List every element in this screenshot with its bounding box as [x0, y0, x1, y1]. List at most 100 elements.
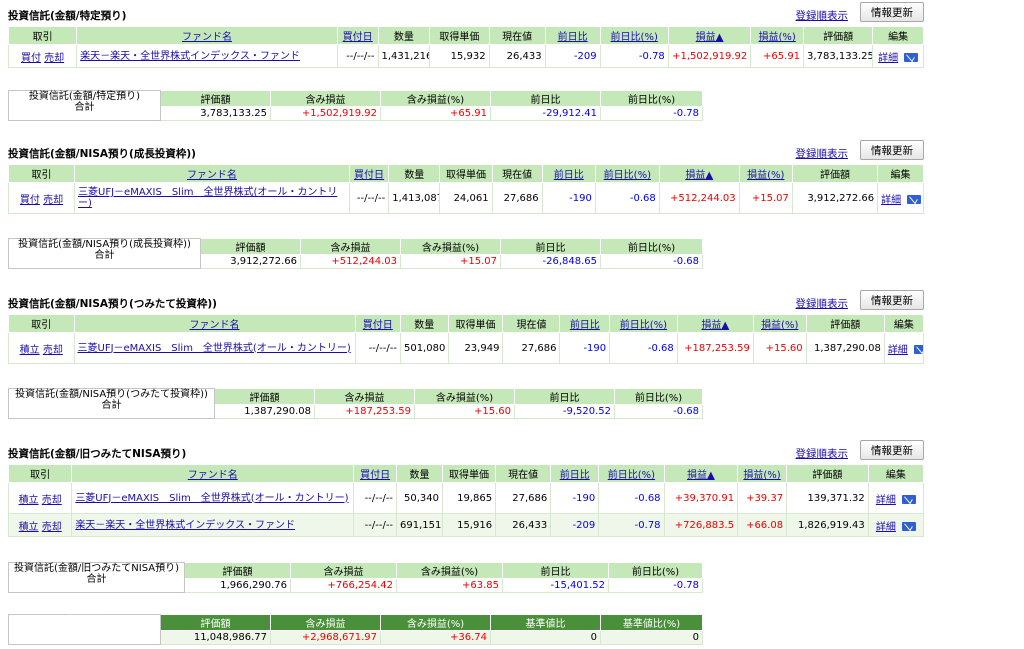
edit-cell: 詳細: [883, 332, 925, 364]
day-change-pct: -0.68: [609, 332, 678, 364]
profit-loss-pct: +15.60: [752, 332, 807, 364]
col-qty: 数量: [377, 26, 431, 45]
col-change-pct[interactable]: 前日比(%): [599, 26, 669, 45]
update-button[interactable]: 情報更新: [860, 440, 924, 460]
sum-col-pl: 含み損益: [290, 562, 397, 579]
sum-col-pl: 含み損益: [270, 90, 381, 107]
sum-col-change-pct: 前日比(%): [600, 238, 703, 255]
col-change[interactable]: 前日比: [544, 26, 601, 45]
col-pl-pct[interactable]: 損益(%): [750, 26, 805, 45]
col-fund-name[interactable]: ファンド名: [76, 26, 338, 45]
sum-change-pct: -0.78: [608, 578, 703, 593]
col-change-pct[interactable]: 前日比(%): [598, 464, 665, 483]
col-qty: 数量: [399, 314, 449, 333]
detail-link[interactable]: 詳細: [876, 495, 896, 506]
col-change-pct[interactable]: 前日比(%): [609, 314, 678, 333]
sell-link[interactable]: 売却: [42, 495, 62, 506]
fund-link[interactable]: 三菱UFJ－eMAXIS Slim 全世界株式(オール・カントリー): [78, 343, 351, 354]
valuation: 139,371.32: [786, 482, 869, 514]
table-row: 積立 売却 三菱UFJ－eMAXIS Slim 全世界株式(オール・カントリー)…: [8, 332, 925, 364]
current-price: 27,686: [495, 482, 552, 514]
profit-loss: +1,502,919.92: [667, 44, 752, 68]
register-order-link[interactable]: 登録順表示: [796, 446, 849, 461]
summary-label: 投資信託(金額/NISA預り(つみたて投資枠)) 合計: [8, 388, 215, 419]
fund-link[interactable]: 三菱UFJ－eMAXIS Slim 全世界株式(オール・カントリー): [78, 187, 337, 209]
tsumitate-link[interactable]: 積立: [20, 345, 40, 356]
holdings-table: 取引 ファンド名 買付日 数量 取得単価 現在値 前日比 前日比(%) 損益▲ …: [7, 26, 924, 68]
sum-col-pl: 含み損益: [300, 238, 401, 255]
col-pl[interactable]: 損益▲: [663, 464, 739, 483]
trade-cell: 買付 売却: [7, 182, 76, 214]
update-button[interactable]: 情報更新: [860, 140, 924, 160]
col-fund-name[interactable]: ファンド名: [74, 164, 350, 183]
col-change[interactable]: 前日比: [550, 464, 600, 483]
profit-loss-pct: +39.37: [737, 482, 788, 514]
col-edit: 編集: [877, 164, 924, 183]
fund-link[interactable]: 三菱UFJ－eMAXIS Slim 全世界株式(オール・カントリー): [75, 493, 348, 504]
col-buy-date[interactable]: 買付日: [336, 26, 379, 45]
quantity: 1,413,087: [388, 182, 441, 214]
trade-cell: 買付 売却: [7, 44, 78, 68]
trade-cell: 積立 売却: [7, 482, 73, 514]
col-buy-date[interactable]: 買付日: [348, 164, 390, 183]
sell-link[interactable]: 売却: [44, 53, 64, 64]
section-title: 投資信託(金額/特定預り): [8, 10, 127, 22]
col-pl-pct[interactable]: 損益(%): [737, 464, 788, 483]
summary-table: 投資信託(金額/NISA預り(成長投資枠)) 合計 評価額 含み損益 含み損益(%…: [8, 238, 703, 269]
detail-link[interactable]: 詳細: [881, 195, 901, 206]
sum-col-value: 評価額: [184, 562, 291, 579]
col-change[interactable]: 前日比: [541, 164, 596, 183]
tsumitate-link[interactable]: 積立: [19, 522, 39, 533]
register-order-link[interactable]: 登録順表示: [796, 8, 849, 23]
section-old-tsumitate-nisa: 投資信託(金額/旧つみたてNISA預り) 登録順表示 情報更新 取引 ファンド名…: [7, 440, 925, 596]
grand-total-label: 総合計: [8, 614, 161, 645]
mail-icon[interactable]: [901, 522, 916, 531]
col-qty: 数量: [396, 464, 443, 483]
section-nisa-growth: 投資信託(金額/NISA預り(成長投資枠)) 登録順表示 情報更新 取引 ファン…: [7, 140, 924, 274]
detail-link[interactable]: 詳細: [876, 522, 896, 533]
col-pl[interactable]: 損益▲: [676, 314, 754, 333]
register-order-link[interactable]: 登録順表示: [796, 146, 849, 161]
register-order-link[interactable]: 登録順表示: [796, 296, 849, 311]
sum-pl: +512,244.03: [300, 254, 401, 269]
profit-loss: +512,244.03: [658, 182, 740, 214]
buy-link[interactable]: 買付: [21, 53, 41, 64]
col-fund-name[interactable]: ファンド名: [71, 464, 355, 483]
col-pl[interactable]: 損益▲: [658, 164, 740, 183]
quantity: 1,431,216: [377, 44, 431, 68]
update-button[interactable]: 情報更新: [860, 290, 924, 310]
mail-icon[interactable]: [907, 195, 922, 204]
sum-col-pl-pct: 含み損益(%): [396, 562, 503, 579]
header-row: 取引 ファンド名 買付日 数量 取得単価 現在値 前日比 前日比(%) 損益▲ …: [7, 26, 924, 45]
col-buy-date[interactable]: 買付日: [353, 464, 398, 483]
update-button[interactable]: 情報更新: [860, 2, 924, 22]
col-pl-pct[interactable]: 損益(%): [738, 164, 793, 183]
grand-nav-change: 0: [490, 630, 601, 645]
sell-link[interactable]: 売却: [43, 195, 63, 206]
buy-link[interactable]: 買付: [20, 195, 40, 206]
col-pl[interactable]: 損益▲: [667, 26, 752, 45]
trade-cell: 積立 売却: [8, 332, 75, 364]
fund-link[interactable]: 楽天－楽天・全世界株式インデックス・ファンド: [75, 520, 295, 531]
sell-link[interactable]: 売却: [42, 522, 62, 533]
col-trade: 取引: [7, 164, 76, 183]
profit-loss: +39,370.91: [663, 482, 739, 514]
detail-link[interactable]: 詳細: [888, 345, 908, 356]
col-pl-pct[interactable]: 損益(%): [752, 314, 807, 333]
col-fund-name[interactable]: ファンド名: [73, 314, 356, 333]
fund-link[interactable]: 楽天－楽天・全世界株式インデックス・ファンド: [80, 51, 300, 62]
sum-col-pl-pct: 含み損益(%): [380, 90, 491, 107]
mail-icon[interactable]: [913, 345, 923, 354]
edit-cell: 詳細: [867, 513, 925, 537]
mail-icon[interactable]: [904, 53, 919, 62]
tsumitate-link[interactable]: 積立: [19, 495, 39, 506]
col-change[interactable]: 前日比: [559, 314, 611, 333]
sell-link[interactable]: 売却: [43, 345, 63, 356]
mail-icon[interactable]: [901, 495, 916, 504]
day-change: -209: [544, 44, 601, 68]
col-change-pct[interactable]: 前日比(%): [594, 164, 660, 183]
sum-pl: +187,253.59: [314, 404, 415, 419]
col-buy-date[interactable]: 買付日: [354, 314, 401, 333]
profit-loss: +187,253.59: [676, 332, 754, 364]
detail-link[interactable]: 詳細: [878, 53, 898, 64]
